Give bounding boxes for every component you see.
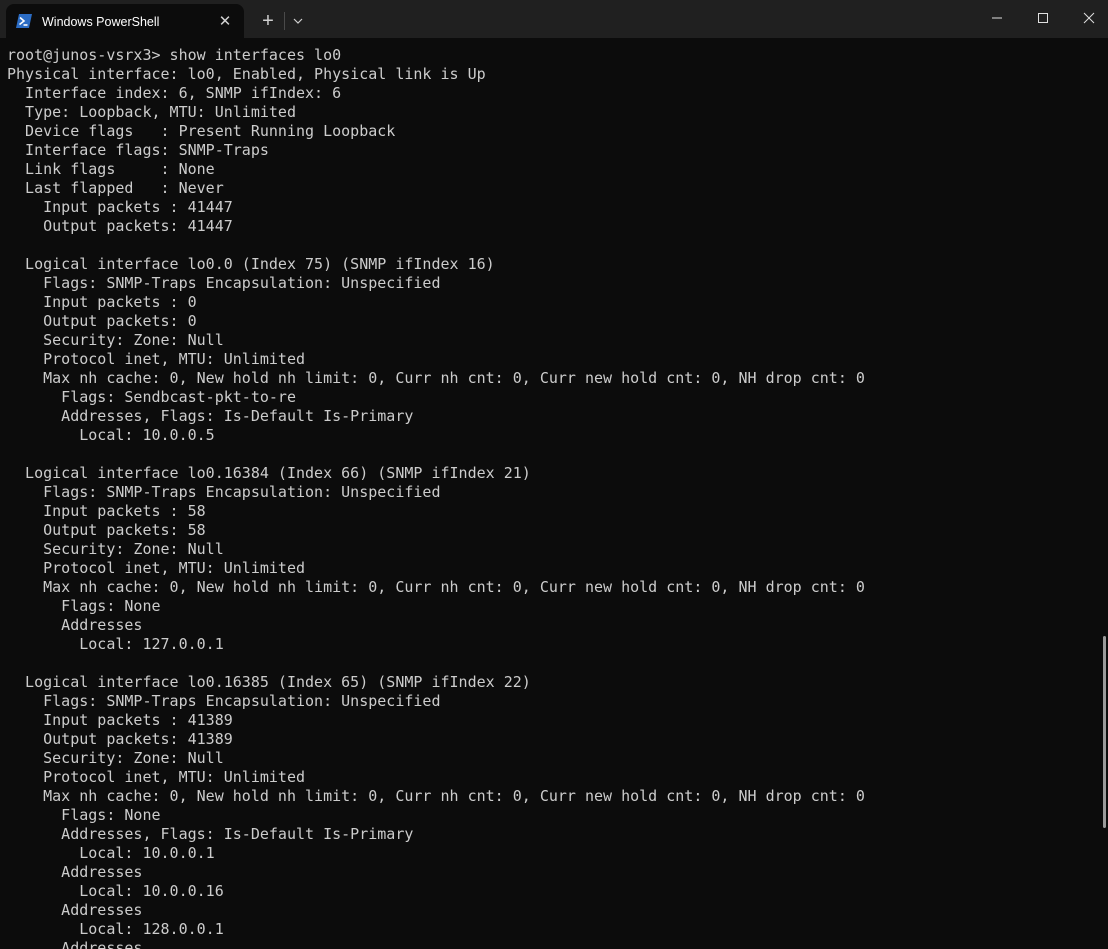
terminal-line: Interface flags: SNMP-Traps [7, 141, 269, 159]
maximize-button[interactable] [1020, 0, 1066, 36]
scrollbar-thumb[interactable] [1103, 636, 1106, 828]
terminal-line: Flags: None [7, 597, 161, 615]
terminal-line: Protocol inet, MTU: Unlimited [7, 350, 306, 368]
terminal-line: Addresses [7, 863, 143, 881]
terminal-line: Local: 128.0.0.1 [7, 920, 224, 938]
terminal-line: Last flapped : Never [7, 179, 224, 197]
terminal-line: Input packets : 0 [7, 293, 197, 311]
terminal-line: Addresses, Flags: Is-Default Is-Primary [7, 825, 414, 843]
terminal-line: Protocol inet, MTU: Unlimited [7, 768, 306, 786]
terminal-line: Security: Zone: Null [7, 540, 224, 558]
terminal-line: Max nh cache: 0, New hold nh limit: 0, C… [7, 369, 865, 387]
terminal-line: Max nh cache: 0, New hold nh limit: 0, C… [7, 578, 865, 596]
terminal-line: Output packets: 58 [7, 521, 206, 539]
chevron-down-icon [293, 18, 303, 24]
powershell-icon [16, 14, 32, 28]
terminal-line: Addresses, Flags: Is-Default Is-Primary [7, 407, 414, 425]
terminal-line: Output packets: 41447 [7, 217, 233, 235]
terminal-line: Local: 10.0.0.1 [7, 844, 215, 862]
terminal-line: Device flags : Present Running Loopback [7, 122, 396, 140]
terminal-line: Local: 10.0.0.5 [7, 426, 215, 444]
terminal-line: Local: 127.0.0.1 [7, 635, 224, 653]
tab-windows-powershell[interactable]: Windows PowerShell ✕ [6, 4, 244, 38]
terminal-output[interactable]: root@junos-vsrx3> show interfaces lo0 Phy… [7, 46, 1097, 949]
terminal-line: Input packets : 41389 [7, 711, 233, 729]
terminal-line: Flags: SNMP-Traps Encapsulation: Unspeci… [7, 274, 441, 292]
terminal-line: Link flags : None [7, 160, 215, 178]
tab-close-button[interactable]: ✕ [214, 11, 236, 33]
maximize-icon [1038, 13, 1048, 23]
terminal-line: Logical interface lo0.0 (Index 75) (SNMP… [7, 255, 495, 273]
terminal-line: Input packets : 58 [7, 502, 206, 520]
terminal-line: Input packets : 41447 [7, 198, 233, 216]
terminal-line: Protocol inet, MTU: Unlimited [7, 559, 306, 577]
terminal-line: Security: Zone: Null [7, 749, 224, 767]
new-tab-button[interactable]: + [256, 8, 280, 34]
minimize-button[interactable] [974, 0, 1020, 36]
terminal-line: Addresses [7, 616, 143, 634]
terminal-line: Max nh cache: 0, New hold nh limit: 0, C… [7, 787, 865, 805]
terminal-line: Security: Zone: Null [7, 331, 224, 349]
titlebar-divider [284, 12, 285, 30]
terminal-line: root@junos-vsrx3> show interfaces lo0 [7, 46, 342, 64]
terminal-line: Addresses [7, 901, 143, 919]
title-bar: Windows PowerShell ✕ + [0, 0, 1108, 38]
terminal-line: Local: 10.0.0.16 [7, 882, 224, 900]
minimize-icon [992, 17, 1002, 19]
terminal-line: Logical interface lo0.16384 (Index 66) (… [7, 464, 531, 482]
terminal-line: Flags: SNMP-Traps Encapsulation: Unspeci… [7, 483, 441, 501]
terminal-line: Logical interface lo0.16385 (Index 65) (… [7, 673, 531, 691]
terminal-line: Addresses [7, 939, 143, 949]
terminal-line: Interface index: 6, SNMP ifIndex: 6 [7, 84, 342, 102]
tab-dropdown-button[interactable] [288, 8, 308, 34]
terminal-line: Type: Loopback, MTU: Unlimited [7, 103, 296, 121]
terminal-line: Output packets: 41389 [7, 730, 233, 748]
terminal-line: Flags: SNMP-Traps Encapsulation: Unspeci… [7, 692, 441, 710]
terminal-line: Physical interface: lo0, Enabled, Physic… [7, 65, 486, 83]
terminal-line: Output packets: 0 [7, 312, 197, 330]
terminal-line: Flags: None [7, 806, 161, 824]
close-button[interactable] [1066, 0, 1108, 36]
terminal-line: Flags: Sendbcast-pkt-to-re [7, 388, 296, 406]
tab-title: Windows PowerShell [42, 15, 160, 29]
close-icon [1083, 12, 1095, 24]
